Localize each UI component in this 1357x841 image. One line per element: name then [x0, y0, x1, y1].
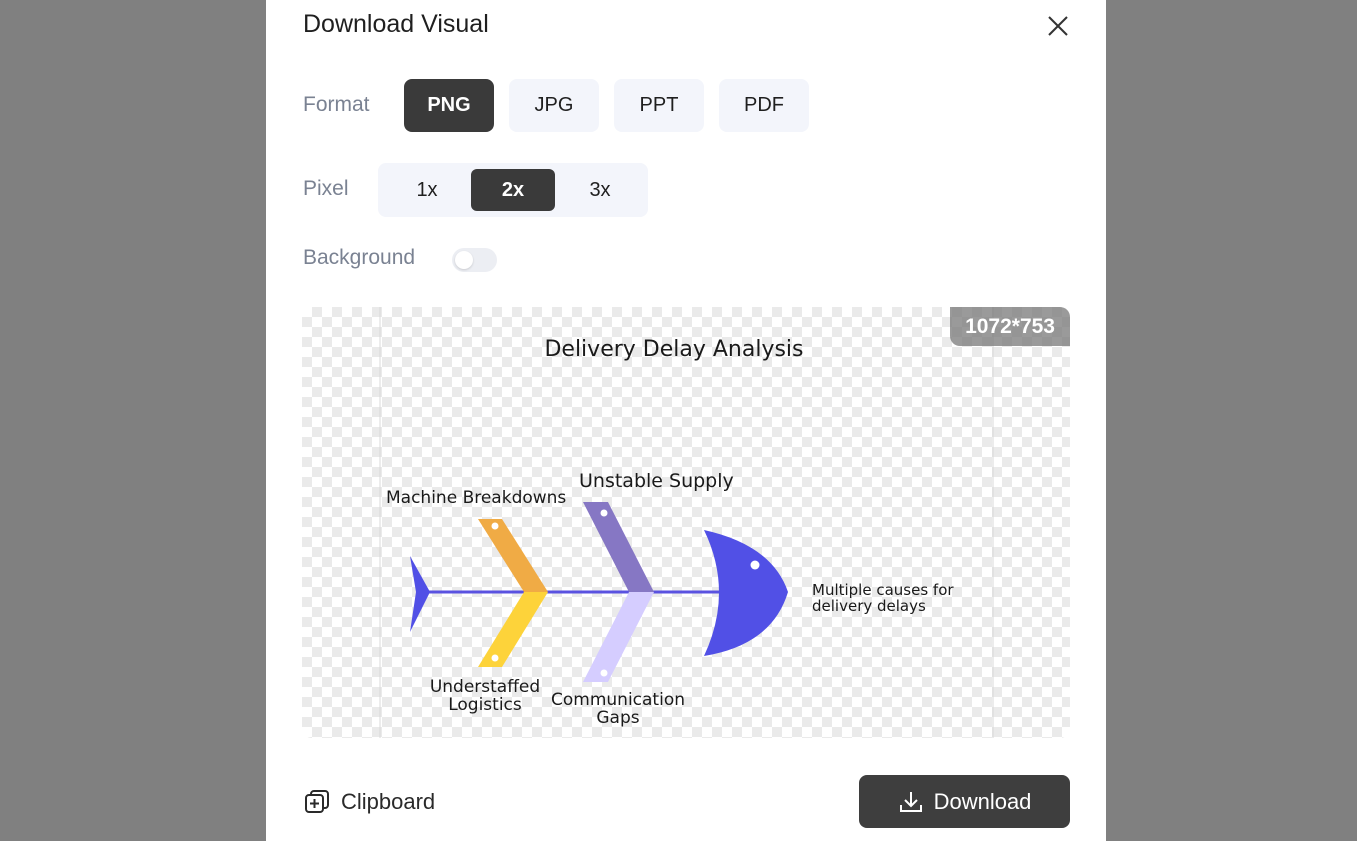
download-label: Download: [933, 788, 1032, 814]
close-icon: [1048, 16, 1068, 36]
dimensions-badge: 1072*753: [950, 307, 1070, 346]
pixel-segmented-control: 1x 2x 3x: [378, 163, 648, 217]
bone-dot: [491, 522, 499, 530]
cause-label-machine-breakdowns: Machine Breakdowns: [386, 488, 566, 508]
bone-unstable-supply: [583, 502, 654, 592]
bone-understaffed-logistics: [478, 592, 548, 667]
close-button[interactable]: [1042, 10, 1074, 42]
format-option-png[interactable]: PNG: [404, 79, 494, 132]
copy-to-clipboard-button[interactable]: Clipboard: [303, 785, 435, 819]
preview-panel: Delivery Delay Analysis Machine Breakdow…: [302, 307, 1070, 738]
diagram-title: Delivery Delay Analysis: [544, 337, 803, 362]
fishbone-diagram: Delivery Delay Analysis Machine Breakdow…: [379, 307, 994, 738]
pixel-label: Pixel: [303, 177, 349, 200]
format-option-pdf[interactable]: PDF: [719, 79, 809, 132]
bone-communication-gaps: [583, 592, 654, 682]
download-button[interactable]: Download: [859, 775, 1070, 828]
cause-label-communication-line1: Communication: [551, 690, 685, 710]
format-option-jpg[interactable]: JPG: [509, 79, 599, 132]
clipboard-label: Clipboard: [341, 789, 436, 814]
bone-dot: [491, 654, 499, 662]
cause-label-understaffed-line1: Understaffed: [430, 677, 540, 697]
bone-dot: [600, 669, 608, 677]
head-label-line2: delivery delays: [812, 597, 926, 615]
toggle-knob: [455, 251, 473, 269]
bone-dot: [600, 509, 608, 517]
background-toggle[interactable]: [452, 248, 497, 272]
format-option-ppt[interactable]: PPT: [614, 79, 704, 132]
download-icon: [899, 791, 922, 812]
fishbone-tail: [410, 556, 430, 632]
fishbone-eye: [750, 560, 760, 570]
clipboard-icon: [305, 790, 329, 813]
cause-label-communication-line2: Gaps: [596, 708, 639, 728]
pixel-option-3x[interactable]: 3x: [558, 169, 642, 211]
bone-machine-breakdowns: [478, 519, 548, 592]
background-label: Background: [303, 246, 416, 269]
cause-label-unstable-supply: Unstable Supply: [579, 470, 734, 492]
download-visual-dialog: Download Visual Format PNG JPG PPT PDF P…: [266, 0, 1106, 841]
pixel-option-2x[interactable]: 2x: [471, 169, 555, 211]
cause-label-understaffed-line2: Logistics: [448, 695, 522, 715]
dialog-title: Download Visual: [303, 10, 489, 38]
pixel-option-1x[interactable]: 1x: [385, 169, 469, 211]
format-label: Format: [303, 93, 370, 116]
